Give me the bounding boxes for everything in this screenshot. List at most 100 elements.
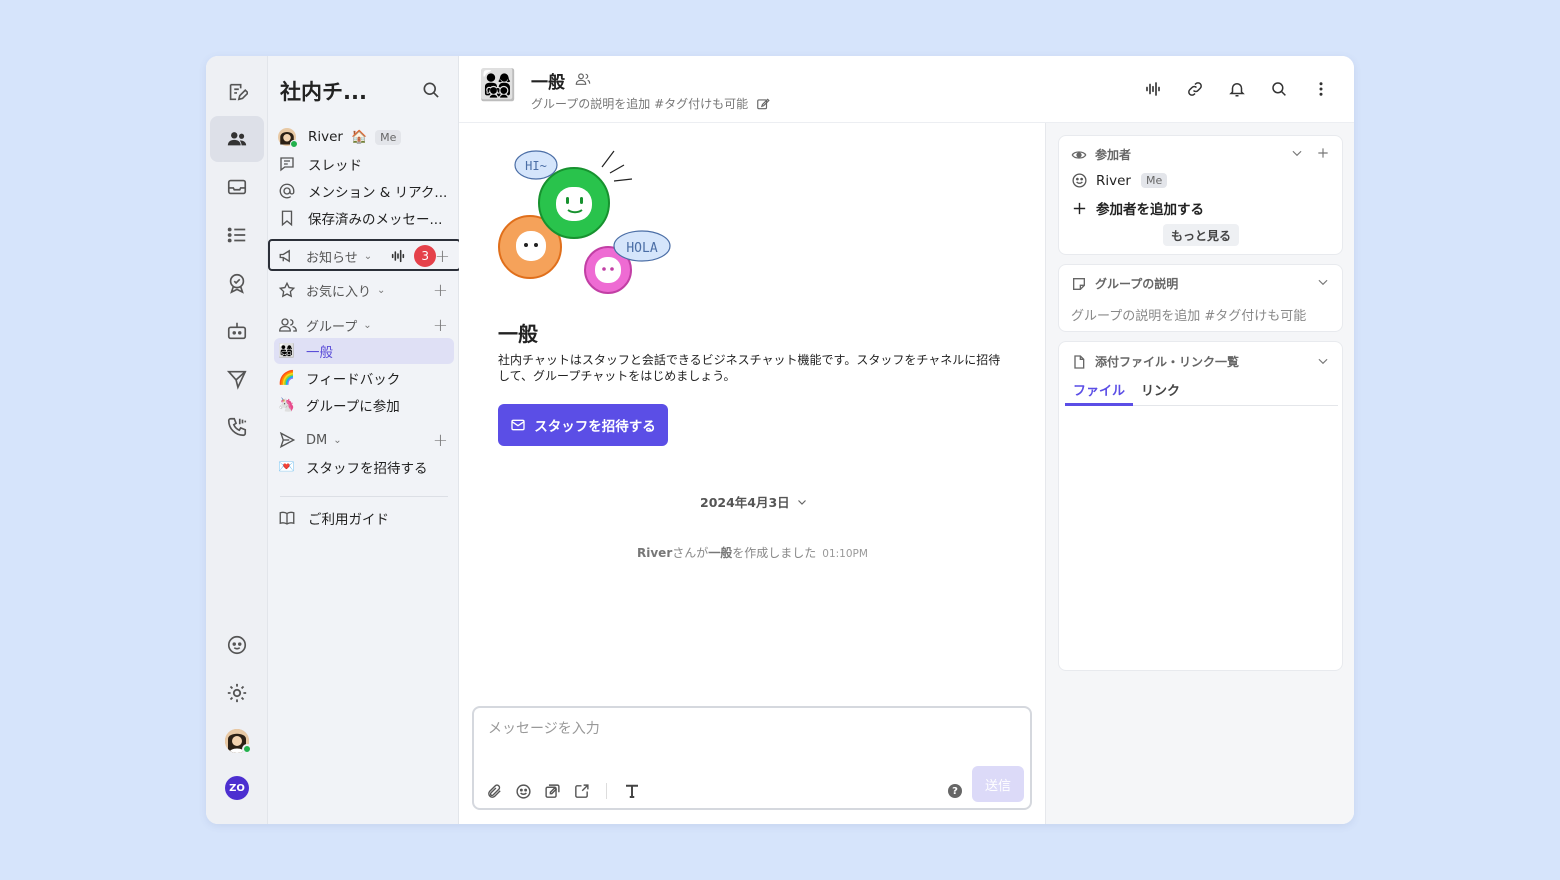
book-icon — [278, 509, 302, 527]
channel-description-text: グループの説明を追加 #タグ付けも可能 — [531, 97, 749, 111]
more-vertical-icon[interactable] — [1312, 80, 1330, 98]
message-composer[interactable]: メッセージを入力 ? 送信 — [472, 706, 1032, 810]
add-icon[interactable]: + — [433, 315, 448, 336]
chevron-down-icon: ⌄ — [363, 319, 372, 331]
invite-staff-button[interactable]: スタッフを招待する — [498, 404, 668, 446]
system-text-a: さんが — [672, 546, 709, 560]
section-dm[interactable]: DM ⌄ + — [278, 427, 454, 453]
audio-wave-icon[interactable] — [390, 248, 406, 264]
section-notice[interactable]: お知らせ ⌄ 3 + — [278, 243, 454, 269]
send-icon[interactable] — [210, 356, 264, 402]
sidebar-item-me[interactable]: River 🏠 Me — [278, 124, 454, 150]
help-icon[interactable]: ? — [948, 784, 962, 798]
sidebar-item-label: スレッド — [308, 158, 362, 174]
send-button[interactable]: 送信 — [972, 766, 1024, 802]
date-label: 2024年4月3日 — [700, 495, 790, 510]
channel-label: 一般 — [306, 345, 333, 361]
attachments-title: 添付ファイル・リンク一覧 — [1095, 355, 1240, 369]
list-icon[interactable] — [210, 212, 264, 258]
chevron-down-icon[interactable] — [1316, 354, 1330, 368]
search-icon[interactable] — [421, 80, 441, 100]
attachment-tabs: ファイル リンク — [1065, 380, 1338, 406]
edit-icon[interactable] — [756, 97, 770, 111]
info-panel: 参加者 River Me 参加者を追加する もっと見る グループの説明 グループ… — [1045, 123, 1354, 824]
channel-label: グループに参加 — [306, 399, 400, 415]
section-groups[interactable]: グループ ⌄ + — [278, 312, 454, 338]
invite-staff-label: スタッフを招待する — [534, 419, 656, 435]
add-icon[interactable]: + — [433, 280, 448, 301]
sidebar-item-mentions[interactable]: メンション & リアク... — [278, 178, 454, 204]
section-label: グループ — [306, 319, 358, 335]
group-icon — [278, 316, 302, 334]
system-channel: 一般 — [708, 546, 733, 560]
sidebar-item-threads[interactable]: スレッド — [278, 151, 454, 177]
task-badge-icon[interactable] — [210, 260, 264, 306]
mail-icon — [510, 417, 526, 433]
paperclip-icon[interactable] — [486, 783, 503, 800]
tab-files[interactable]: ファイル — [1065, 380, 1134, 406]
participant-row[interactable]: River Me — [1071, 172, 1168, 189]
channel-header: 👨‍👩‍👧‍👦 一般 グループの説明を追加 #タグ付けも可能 — [459, 56, 1354, 123]
message-input[interactable]: メッセージを入力 — [488, 718, 600, 738]
at-icon — [278, 182, 302, 200]
bell-icon[interactable] — [1228, 80, 1246, 98]
support-chat-icon[interactable] — [210, 622, 264, 668]
header-toolbar — [1144, 80, 1330, 98]
channel-item-general[interactable]: 👨‍👩‍👧‍👦 一般 — [274, 338, 454, 364]
add-icon[interactable] — [1316, 146, 1330, 160]
dm-label: スタッフを招待する — [306, 461, 428, 477]
chevron-down-icon — [796, 496, 808, 508]
dm-item-invite-staff[interactable]: 💌 スタッフを招待する — [278, 454, 454, 480]
house-emoji: 🏠 — [350, 129, 368, 145]
link-icon[interactable] — [1186, 80, 1204, 98]
section-label: お知らせ — [306, 250, 358, 266]
chevron-down-icon: ⌄ — [333, 434, 342, 446]
sidebar-divider — [280, 496, 448, 497]
add-participant-button[interactable]: 参加者を追加する — [1071, 198, 1204, 218]
search-icon[interactable] — [1270, 80, 1288, 98]
eye-icon — [1071, 147, 1087, 163]
system-message: Riverさんが一般を作成しました 01:10PM — [637, 544, 868, 561]
group-description-input[interactable]: グループの説明を追加 #タグ付けも可能 — [1071, 305, 1306, 324]
chevron-down-icon[interactable] — [1290, 146, 1304, 160]
settings-gear-icon[interactable] — [210, 670, 264, 716]
brand-logo[interactable]: ZO — [225, 776, 249, 800]
me-tag: Me — [375, 129, 402, 145]
sticker-icon[interactable] — [544, 783, 561, 800]
people-icon[interactable] — [210, 116, 264, 162]
org-name[interactable]: 社内チ... — [280, 76, 367, 106]
section-label: DM — [306, 432, 328, 448]
share-icon[interactable] — [573, 783, 590, 800]
date-divider[interactable]: 2024年4月3日 — [700, 492, 808, 511]
emoji-icon[interactable] — [515, 783, 532, 800]
family-emoji-icon: 👨‍👩‍👧‍👦 — [278, 343, 295, 359]
tab-links[interactable]: リンク — [1133, 380, 1188, 406]
welcome-description: 社内チャットはスタッフと会話できるビジネスチャット機能です。スタッフをチャネルに… — [498, 353, 1001, 383]
sidebar-item-saved[interactable]: 保存済みのメッセー... — [278, 205, 454, 231]
attachments-controls — [1316, 354, 1330, 368]
phone-icon[interactable] — [210, 404, 264, 450]
group-description-header[interactable]: グループの説明 — [1071, 275, 1178, 292]
bot-icon[interactable] — [210, 308, 264, 354]
channel-item-feedback[interactable]: 🌈 フィードバック — [278, 365, 454, 391]
channel-description[interactable]: グループの説明を追加 #タグ付けも可能 — [531, 95, 770, 112]
smiley-avatar-icon — [1071, 172, 1088, 189]
show-more-button[interactable]: もっと見る — [1163, 224, 1240, 246]
section-favorites[interactable]: お気に入り ⌄ + — [278, 277, 454, 303]
members-icon[interactable] — [575, 71, 591, 87]
group-description-card: グループの説明 グループの説明を追加 #タグ付けも可能 — [1058, 264, 1343, 332]
file-icon — [1071, 354, 1087, 370]
participants-header[interactable]: 参加者 — [1071, 146, 1131, 163]
inbox-icon[interactable] — [210, 164, 264, 210]
audio-wave-icon[interactable] — [1144, 80, 1162, 98]
channel-item-join-group[interactable]: 🦄 グループに参加 — [278, 392, 454, 418]
add-icon[interactable]: + — [433, 430, 448, 451]
attachments-header[interactable]: 添付ファイル・リンク一覧 — [1071, 353, 1239, 370]
text-format-icon[interactable] — [623, 782, 641, 800]
compose-icon[interactable] — [210, 69, 264, 115]
channel-emoji-icon: 👨‍👩‍👧‍👦 — [479, 68, 517, 103]
add-icon[interactable]: + — [435, 246, 450, 267]
group-description-controls — [1316, 275, 1330, 289]
chevron-down-icon[interactable] — [1316, 275, 1330, 289]
sidebar-item-guide[interactable]: ご利用ガイド — [278, 505, 454, 531]
